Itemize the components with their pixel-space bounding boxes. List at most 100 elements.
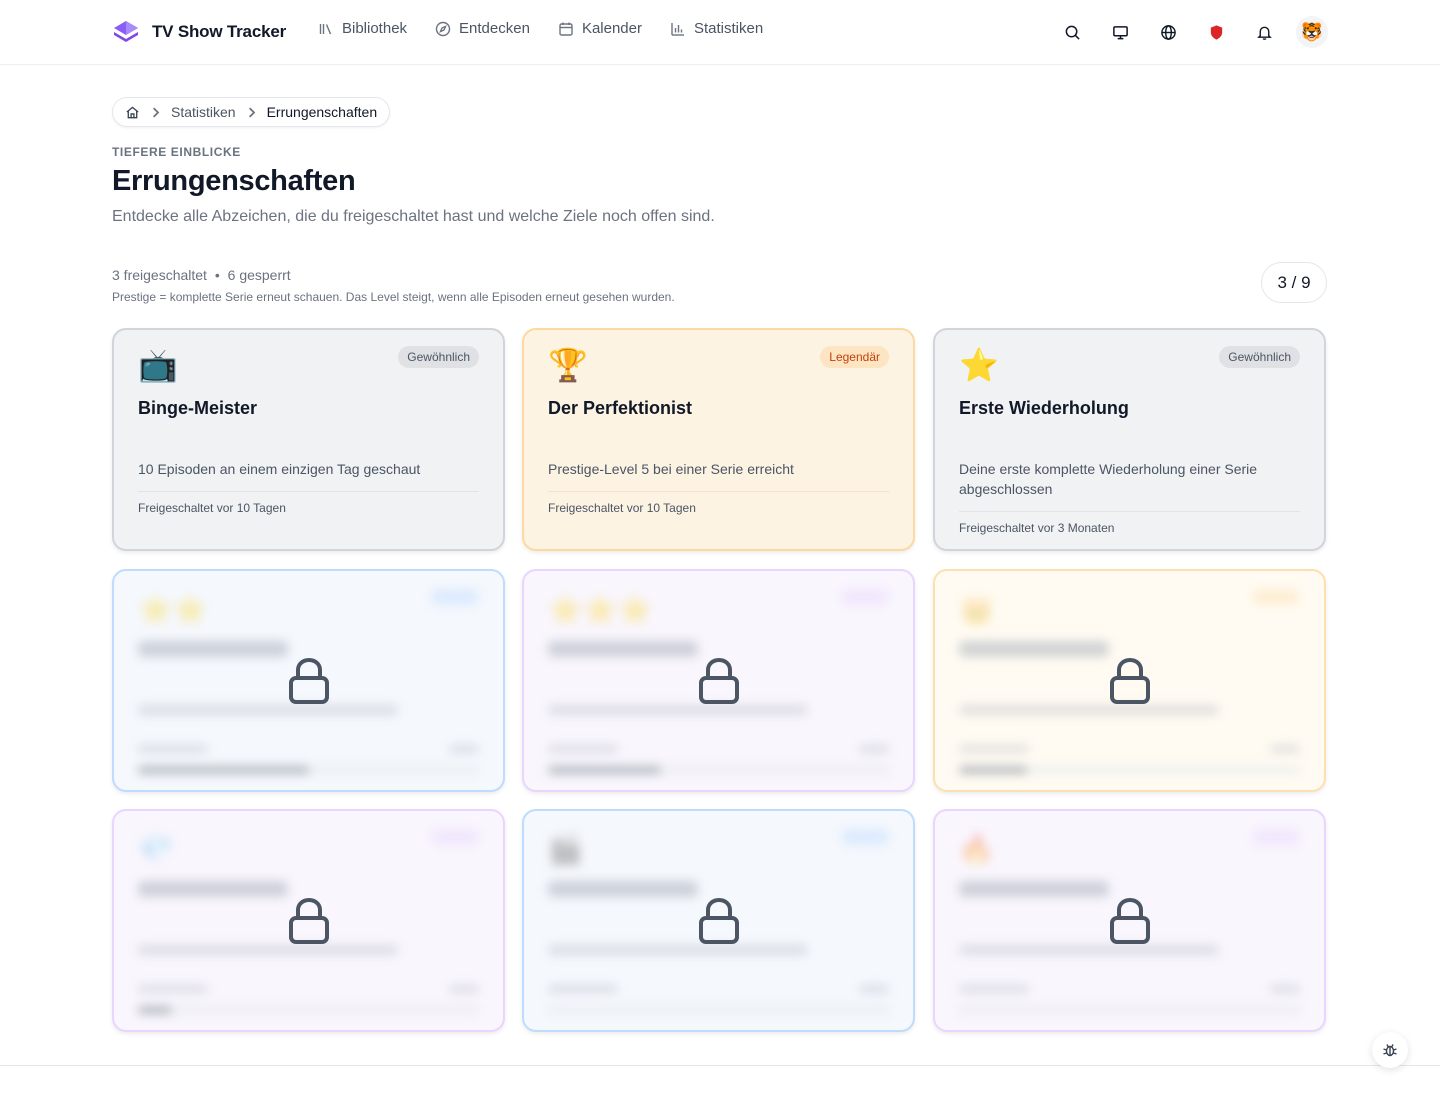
locked-achievement-card[interactable]: 💎 <box>112 809 505 1032</box>
bar-chart-icon <box>671 22 684 36</box>
hidden-progress-value <box>859 985 889 993</box>
achievement-title: Binge-Meister <box>138 398 258 418</box>
locked-count: 6 gesperrt <box>227 267 291 283</box>
rarity-badge: Gewöhnlich <box>1219 346 1300 368</box>
progress-fill <box>548 766 661 774</box>
hidden-title <box>138 641 288 657</box>
nav-label: Kalender <box>581 20 642 37</box>
notifications-button[interactable] <box>1248 16 1280 48</box>
hidden-title <box>959 641 1109 657</box>
prestige-hint: Prestige = komplette Serie erneut schaue… <box>112 290 675 304</box>
language-button[interactable] <box>1152 16 1184 48</box>
rarity-badge: Legendär <box>820 346 889 368</box>
security-button[interactable] <box>1200 16 1232 48</box>
page-subtitle: Entdecke alle Abzeichen, die du freigesc… <box>112 208 715 225</box>
hidden-progress-label <box>959 745 1029 753</box>
breadcrumb: Statistiken Errungenschaften <box>112 97 391 127</box>
search-icon <box>1065 25 1080 40</box>
lock-icon <box>1109 657 1150 704</box>
nav-item-entdecken[interactable]: Entdecken <box>435 20 530 37</box>
divider <box>548 491 889 492</box>
locked-achievement-icon: 🔥 <box>959 834 994 865</box>
hidden-title <box>138 881 288 897</box>
hidden-progress-value <box>859 745 889 753</box>
achievement-card[interactable]: 📺 Gewöhnlich Binge-Meister 10 Episoden a… <box>112 328 505 551</box>
bug-report-button[interactable] <box>1372 1032 1408 1068</box>
progress-counter-badge: 3 / 9 <box>1261 262 1327 303</box>
progress-track <box>138 1006 479 1014</box>
hidden-title <box>548 641 698 657</box>
rarity-badge <box>1252 589 1300 605</box>
achievement-title: Erste Wiederholung <box>959 398 1129 418</box>
progress-track <box>548 1006 889 1014</box>
tv-icon: 📺 <box>138 347 178 383</box>
locked-achievement-icon: 💎 <box>138 834 173 865</box>
monitor-icon <box>1112 25 1128 39</box>
hidden-progress-value <box>449 745 479 753</box>
hidden-progress-label <box>548 745 618 753</box>
locked-achievement-card[interactable]: 🎬 <box>522 809 915 1032</box>
progress-fill <box>959 766 1027 774</box>
hidden-description <box>138 705 398 715</box>
footer-divider <box>0 1065 1440 1066</box>
locked-achievement-icon: ⭐⭐ <box>138 594 208 625</box>
lock-icon <box>288 657 329 704</box>
brand[interactable]: TV Show Tracker <box>112 16 286 48</box>
hidden-progress-value <box>1270 745 1300 753</box>
rarity-badge <box>431 589 479 605</box>
achievement-card[interactable]: ⭐ Gewöhnlich Erste Wiederholung Deine er… <box>933 328 1326 551</box>
locked-achievement-card[interactable]: 🔥 <box>933 809 1326 1032</box>
hidden-progress-value <box>449 985 479 993</box>
divider <box>959 511 1300 512</box>
hidden-description <box>548 705 808 715</box>
nav-item-kalender[interactable]: Kalender <box>558 20 642 37</box>
rarity-badge <box>841 589 889 605</box>
achievement-description: 10 Episoden an einem einzigen Tag gescha… <box>138 461 421 477</box>
shield-icon <box>1210 24 1222 40</box>
header-actions: 🐯 <box>1056 16 1328 48</box>
chevron-right-icon <box>248 107 255 117</box>
hidden-title <box>959 881 1109 897</box>
hidden-progress-value <box>1270 985 1300 993</box>
locked-achievement-card[interactable]: ⭐⭐⭐ <box>522 569 915 792</box>
locked-achievement-icon: 👑 <box>959 594 994 625</box>
top-navigation-bar: TV Show Tracker Bibliothek Entdecken Kal… <box>0 0 1440 65</box>
calendar-icon <box>559 22 573 36</box>
lock-icon <box>288 897 329 944</box>
lock-icon <box>698 657 739 704</box>
achievement-card[interactable]: 🏆 Legendär Der Perfektionist Prestige-Le… <box>522 328 915 551</box>
avatar[interactable]: 🐯 <box>1296 16 1328 48</box>
breadcrumb-link-statistiken[interactable]: Statistiken <box>171 104 236 120</box>
compass-icon <box>435 21 451 36</box>
hidden-description <box>959 705 1219 715</box>
locked-achievement-card[interactable]: ⭐⭐ <box>112 569 505 792</box>
hidden-progress-label <box>548 985 618 993</box>
main-nav: Bibliothek Entdecken Kalender Statistike… <box>318 20 763 37</box>
progress-fill <box>138 1006 172 1014</box>
bug-icon <box>1383 1044 1397 1057</box>
nav-label: Statistiken <box>693 20 764 37</box>
nav-label: Entdecken <box>459 20 530 37</box>
locked-achievement-icon: 🎬 <box>548 834 583 865</box>
rarity-badge <box>841 829 889 845</box>
achievement-description: Deine erste komplette Wiederholung einer… <box>959 461 1258 497</box>
display-button[interactable] <box>1104 16 1136 48</box>
rarity-badge <box>1252 829 1300 845</box>
hidden-description <box>548 945 808 955</box>
nav-item-bibliothek[interactable]: Bibliothek <box>318 20 407 37</box>
rarity-badge: Gewöhnlich <box>398 346 479 368</box>
search-button[interactable] <box>1056 16 1088 48</box>
app-logo-icon <box>114 21 138 42</box>
unlocked-date: Freigeschaltet vor 3 Monaten <box>959 521 1115 535</box>
unlocked-count: 3 freigeschaltet <box>112 267 207 283</box>
nav-item-statistiken[interactable]: Statistiken <box>670 20 763 37</box>
chevron-right-icon <box>153 107 160 117</box>
trophy-icon: 🏆 <box>548 347 588 383</box>
breadcrumb-current: Errungenschaften <box>266 104 378 120</box>
hidden-progress-label <box>959 985 1029 993</box>
lock-icon <box>698 897 739 944</box>
home-icon[interactable] <box>125 105 140 120</box>
locked-achievement-icon: ⭐⭐⭐ <box>548 594 653 625</box>
locked-achievement-card[interactable]: 👑 <box>933 569 1326 792</box>
hidden-description <box>138 945 398 955</box>
